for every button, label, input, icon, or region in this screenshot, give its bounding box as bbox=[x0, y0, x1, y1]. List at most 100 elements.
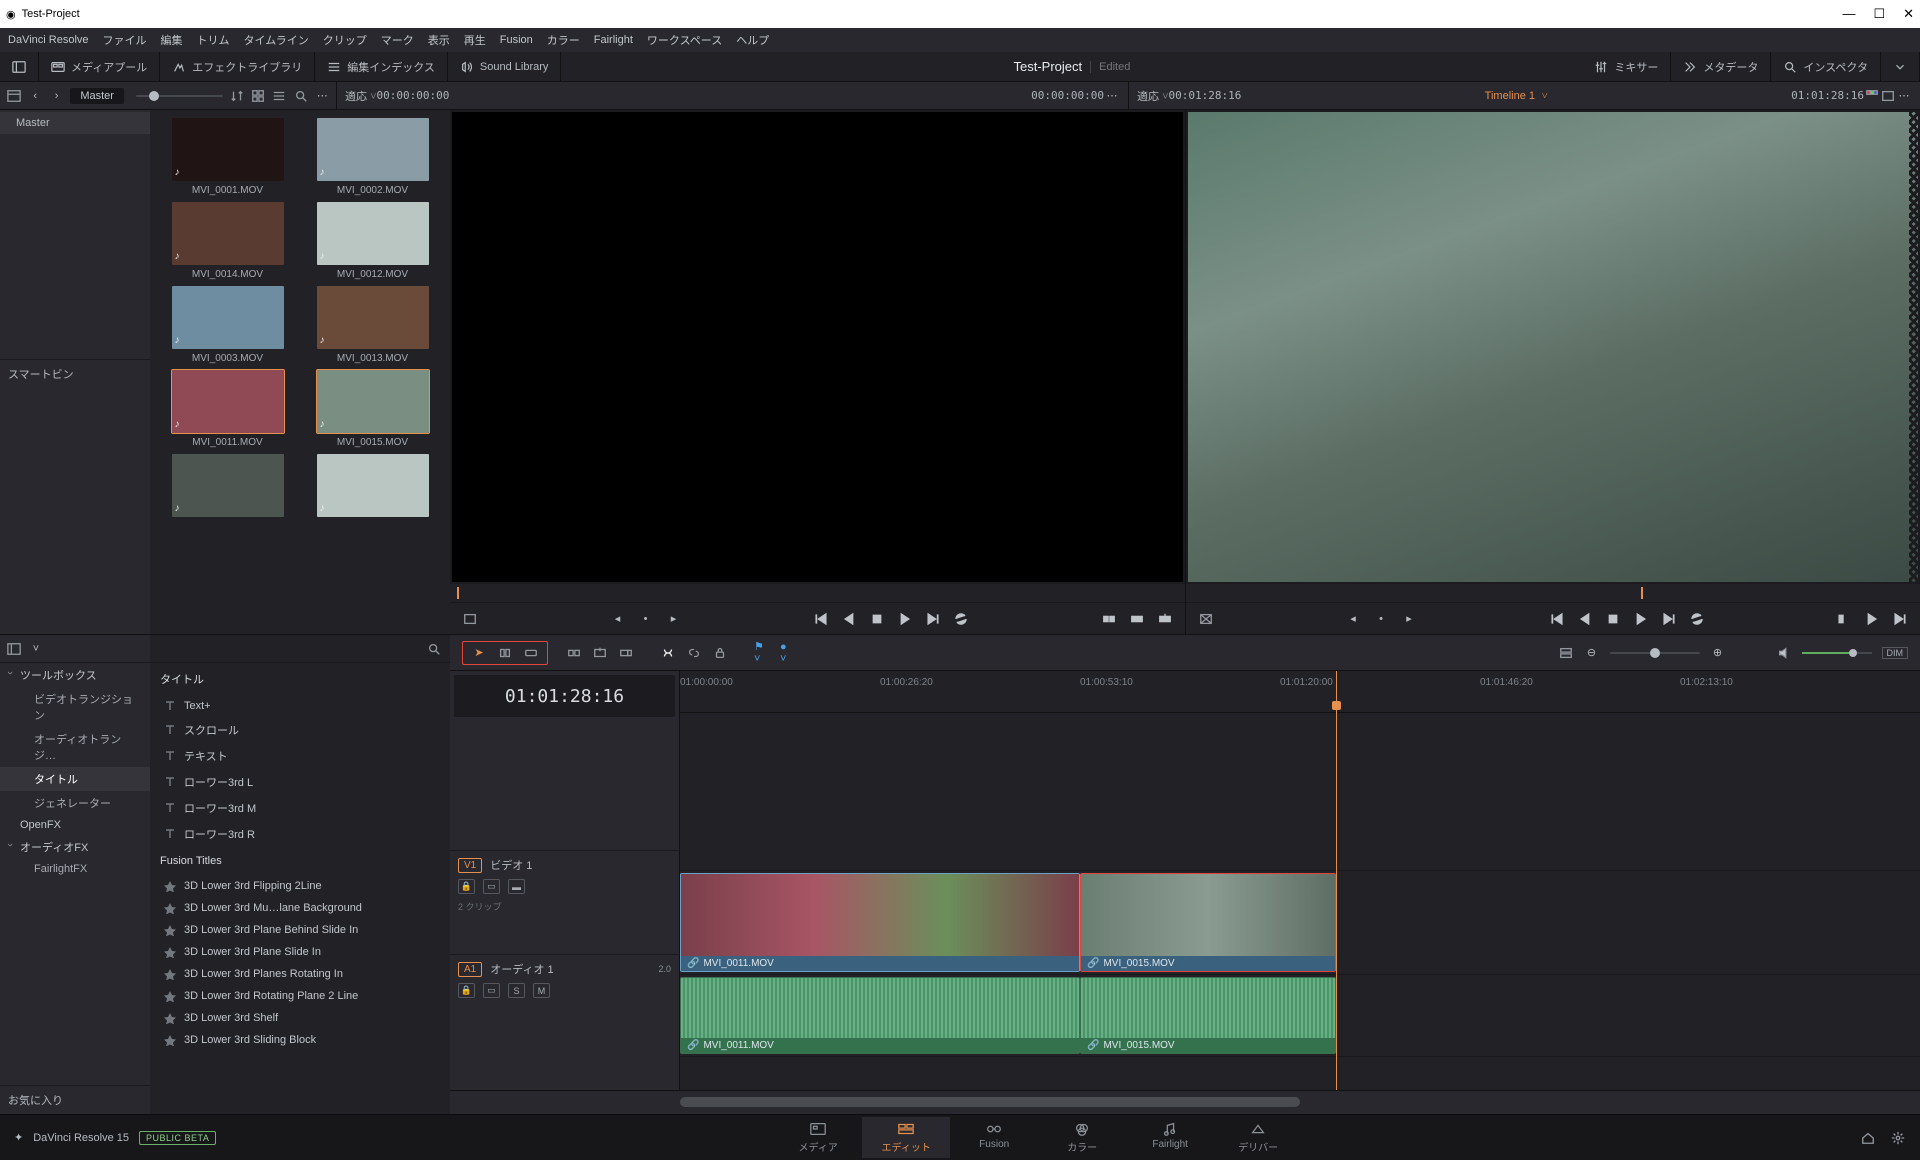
timeline-ruler[interactable]: 01:00:00:0001:00:26:2001:00:53:1001:01:2… bbox=[680, 671, 1920, 713]
title-item[interactable]: ローワー3rd L bbox=[150, 769, 450, 795]
fx-audio-transitions[interactable]: オーディオトランジ… bbox=[0, 727, 150, 767]
prog-goto-start-icon[interactable] bbox=[1549, 611, 1565, 627]
menu-mark[interactable]: マーク bbox=[381, 32, 414, 48]
menu-playback[interactable]: 再生 bbox=[464, 32, 486, 48]
fx-caret[interactable]: ˅ bbox=[28, 641, 44, 657]
step-back-icon[interactable] bbox=[841, 611, 857, 627]
overwrite-icon[interactable] bbox=[1129, 611, 1145, 627]
fx-audiofx[interactable]: オーディオFX bbox=[0, 835, 150, 859]
a1-autoselect[interactable]: ▭ bbox=[483, 983, 500, 998]
flag-icon[interactable]: ⚑ ˅ bbox=[754, 645, 770, 661]
menu-edit[interactable]: 編集 bbox=[161, 32, 183, 48]
window-close[interactable]: ✕ bbox=[1903, 6, 1914, 22]
fusion-title-item[interactable]: 3D Lower 3rd Plane Slide In bbox=[150, 941, 450, 963]
menu-fairlight[interactable]: Fairlight bbox=[594, 34, 633, 46]
title-item[interactable]: ローワー3rd M bbox=[150, 795, 450, 821]
window-maximize[interactable]: ☐ bbox=[1873, 6, 1885, 22]
v1-badge[interactable]: V1 bbox=[458, 858, 482, 873]
page-fusion[interactable]: Fusion bbox=[950, 1117, 1038, 1158]
timeline-name[interactable]: Timeline 1 ˅ bbox=[1485, 89, 1548, 102]
source-scrubber[interactable] bbox=[450, 584, 1185, 602]
more-icon[interactable]: ⋯ bbox=[315, 88, 330, 104]
play-icon[interactable] bbox=[897, 611, 913, 627]
fusion-title-item[interactable]: 3D Lower 3rd Mu…lane Background bbox=[150, 897, 450, 919]
program-matchframe[interactable] bbox=[1198, 611, 1214, 627]
trim-tool[interactable] bbox=[497, 645, 513, 661]
history-back[interactable]: ‹ bbox=[27, 88, 42, 104]
fx-favorites[interactable]: お気に入り bbox=[0, 1085, 150, 1114]
panel-expand[interactable] bbox=[1881, 52, 1920, 81]
fusion-title-item[interactable]: 3D Lower 3rd Sliding Block bbox=[150, 1029, 450, 1051]
settings-icon[interactable] bbox=[1890, 1130, 1906, 1146]
prog-prev-edit[interactable] bbox=[1836, 611, 1852, 627]
prog-stop-icon[interactable] bbox=[1605, 611, 1621, 627]
step-fwd-icon[interactable] bbox=[925, 611, 941, 627]
tab-sound-library[interactable]: Sound Library bbox=[448, 52, 562, 81]
marker-icon[interactable]: ● ˅ bbox=[780, 645, 796, 661]
media-clip[interactable]: ♪MVI_0013.MOV bbox=[303, 286, 442, 364]
prog-next-edit[interactable] bbox=[1864, 611, 1880, 627]
program-scrubber[interactable] bbox=[1186, 584, 1920, 602]
a1-lock[interactable]: 🔒 bbox=[458, 983, 475, 998]
fx-search-icon[interactable] bbox=[426, 641, 442, 657]
title-item[interactable]: Text+ bbox=[150, 695, 450, 717]
media-clip[interactable]: ♪MVI_0014.MOV bbox=[158, 202, 297, 280]
breadcrumb[interactable]: Master bbox=[70, 88, 124, 104]
bin-view-dropdown[interactable] bbox=[6, 88, 21, 104]
program-fit-dropdown[interactable]: 適応 ˅ bbox=[1137, 88, 1169, 104]
prog-step-back-icon[interactable] bbox=[1577, 611, 1593, 627]
zoom-out-icon[interactable]: ⊖ bbox=[1584, 645, 1600, 661]
prog-mark-in[interactable]: ◂ bbox=[1345, 611, 1361, 627]
prog-goto-end[interactable] bbox=[1892, 611, 1908, 627]
media-clip[interactable]: ♪ bbox=[303, 454, 442, 521]
a1-mute[interactable]: M bbox=[533, 983, 550, 998]
timeline-video-clip[interactable]: 🔗MVI_0015.MOV bbox=[1080, 873, 1336, 972]
v1-autoselect[interactable]: ▭ bbox=[483, 879, 500, 894]
tl-zoom-slider[interactable] bbox=[1610, 652, 1700, 654]
history-fwd[interactable]: › bbox=[49, 88, 64, 104]
insert-clip-tool[interactable] bbox=[592, 645, 608, 661]
replace-icon[interactable] bbox=[1157, 611, 1173, 627]
search-icon[interactable] bbox=[293, 88, 308, 104]
stop-icon[interactable] bbox=[869, 611, 885, 627]
tl-view-options[interactable] bbox=[1558, 645, 1574, 661]
title-item[interactable]: ローワー3rd R bbox=[150, 821, 450, 847]
title-item[interactable]: テキスト bbox=[150, 743, 450, 769]
menu-davinci[interactable]: DaVinci Resolve bbox=[8, 34, 89, 46]
menu-help[interactable]: ヘルプ bbox=[736, 32, 769, 48]
page-color[interactable]: カラー bbox=[1038, 1117, 1126, 1158]
timeline-audio-clip[interactable]: 🔗MVI_0011.MOV bbox=[680, 977, 1080, 1054]
playhead[interactable] bbox=[1336, 671, 1337, 1090]
media-clip[interactable]: ♪MVI_0001.MOV bbox=[158, 118, 297, 196]
media-clip[interactable]: ♪MVI_0011.MOV bbox=[158, 370, 297, 448]
prog-step-fwd-icon[interactable] bbox=[1661, 611, 1677, 627]
append-tool[interactable] bbox=[618, 645, 634, 661]
smartbin-header[interactable]: スマートビン bbox=[0, 359, 150, 388]
fx-layout-icon[interactable] bbox=[6, 641, 22, 657]
view-grid[interactable] bbox=[250, 88, 265, 104]
menu-workspace[interactable]: ワークスペース bbox=[647, 32, 722, 48]
dynamic-trim-tool[interactable] bbox=[523, 645, 539, 661]
fusion-title-item[interactable]: 3D Lower 3rd Shelf bbox=[150, 1007, 450, 1029]
zoom-in-icon[interactable]: ⊕ bbox=[1710, 645, 1726, 661]
menu-timeline[interactable]: タイムライン bbox=[244, 32, 309, 48]
link-icon[interactable] bbox=[686, 645, 702, 661]
source-frame[interactable] bbox=[452, 112, 1183, 582]
tab-effects-library[interactable]: エフェクトライブラリ bbox=[160, 52, 315, 81]
fusion-title-item[interactable]: 3D Lower 3rd Flipping 2Line bbox=[150, 875, 450, 897]
selection-tool[interactable]: ➤ bbox=[471, 645, 487, 661]
page-media[interactable]: メディア bbox=[774, 1117, 862, 1158]
v1-enable[interactable]: ▬ bbox=[508, 879, 525, 894]
tab-metadata[interactable]: メタデータ bbox=[1671, 52, 1771, 81]
layout-toggle[interactable] bbox=[0, 52, 39, 81]
thumb-zoom-slider[interactable] bbox=[136, 95, 223, 97]
media-clip[interactable]: ♪MVI_0003.MOV bbox=[158, 286, 297, 364]
prog-mark-dot[interactable]: • bbox=[1373, 611, 1389, 627]
tab-edit-index[interactable]: 編集インデックス bbox=[315, 52, 448, 81]
fusion-title-item[interactable]: 3D Lower 3rd Rotating Plane 2 Line bbox=[150, 985, 450, 1007]
menu-view[interactable]: 表示 bbox=[428, 32, 450, 48]
menu-clip[interactable]: クリップ bbox=[323, 32, 367, 48]
window-minimize[interactable]: — bbox=[1842, 6, 1855, 22]
page-deliver[interactable]: デリバー bbox=[1214, 1117, 1302, 1158]
source-fit-dropdown[interactable]: 適応 ˅ bbox=[345, 88, 377, 104]
